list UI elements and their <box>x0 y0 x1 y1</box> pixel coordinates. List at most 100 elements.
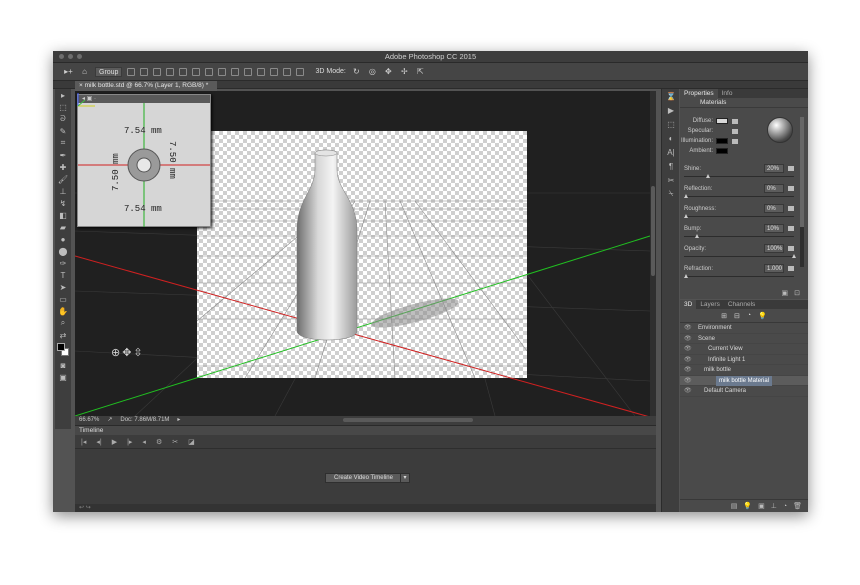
layer-row-environment[interactable]: 👁 Environment <box>680 323 808 334</box>
slider-texture-icon[interactable] <box>788 226 794 231</box>
distribute-top-icon[interactable] <box>218 67 227 76</box>
distribute-bottom-icon[interactable] <box>244 67 253 76</box>
slider-value-input[interactable]: 10% <box>764 224 784 233</box>
slider-texture-icon[interactable] <box>788 246 794 251</box>
auto-select-icon[interactable]: ⌂ <box>79 67 90 76</box>
visibility-eye-icon[interactable]: 👁 <box>684 386 692 397</box>
slider-texture-icon[interactable] <box>788 266 794 271</box>
slider-track[interactable] <box>684 256 794 257</box>
align-top-icon[interactable] <box>140 67 149 76</box>
brush-presets-icon[interactable]: ⍀ <box>662 187 680 201</box>
zoom-tool-icon[interactable]: ⌕ <box>55 317 71 329</box>
shape-tool-icon[interactable]: ▭ <box>55 293 71 305</box>
play-icon[interactable]: ▶ <box>112 438 117 446</box>
blur-tool-icon[interactable]: ● <box>55 233 71 245</box>
layer-row-default-camera[interactable]: 👁 Default Camera <box>680 386 808 397</box>
slider-track[interactable] <box>684 216 794 217</box>
slider-track[interactable] <box>684 236 794 237</box>
tab-layers[interactable]: Layers <box>696 300 724 309</box>
3d-canvas[interactable]: ◂ ▣ · 7.54 mm 7.54 mm 7.50 mm 7.50 mm ⊕✥… <box>75 91 650 416</box>
layer-row-milk-bottle[interactable]: 👁 milk bottle <box>680 365 808 376</box>
close-window-button[interactable] <box>59 54 64 59</box>
align-hcenter-icon[interactable] <box>192 67 201 76</box>
trash-icon[interactable]: 🗑 <box>793 502 802 510</box>
specular-texture-icon[interactable] <box>732 129 738 134</box>
hand-tool-icon[interactable]: ✋ <box>55 305 71 317</box>
slider-value-input[interactable]: 0% <box>764 204 784 213</box>
canvas-horizontal-scrollbar[interactable] <box>343 418 473 422</box>
diffuse-swatch[interactable] <box>716 118 728 124</box>
color-swatches[interactable] <box>55 341 71 359</box>
layer-row-infinite-light[interactable]: 👁 Infinite Light 1 <box>680 355 808 366</box>
auto-select-dropdown[interactable]: Group <box>95 66 123 77</box>
visibility-eye-icon[interactable]: 👁 <box>684 355 692 366</box>
split-icon[interactable]: ✂ <box>172 438 178 446</box>
slider-track[interactable] <box>684 276 794 277</box>
illumination-texture-icon[interactable] <box>732 139 738 144</box>
slider-texture-icon[interactable] <box>788 166 794 171</box>
history-brush-tool-icon[interactable]: ↯ <box>55 197 71 209</box>
filter-meshes-icon[interactable]: ⊟ <box>734 312 740 320</box>
pen-tool-icon[interactable]: ✑ <box>55 257 71 269</box>
foreground-color[interactable] <box>57 343 65 351</box>
material-preview-sphere[interactable] <box>767 117 793 143</box>
slider-knob[interactable] <box>792 254 796 258</box>
slider-knob[interactable] <box>705 174 710 178</box>
slider-knob[interactable] <box>684 274 688 278</box>
ambient-swatch[interactable] <box>716 148 728 154</box>
slider-track[interactable] <box>684 196 794 197</box>
lasso-tool-icon[interactable]: ᘐ <box>55 113 71 125</box>
add-mesh-icon[interactable]: ▤ <box>731 502 738 510</box>
adjustments-panel-icon[interactable]: ◐ <box>662 131 680 145</box>
stamp-tool-icon[interactable]: ⊥ <box>55 185 71 197</box>
tab-properties[interactable]: Properties <box>680 89 718 98</box>
quick-mask-icon[interactable]: ◙ <box>55 359 71 371</box>
slider-texture-icon[interactable] <box>788 186 794 191</box>
visibility-eye-icon[interactable]: 👁 <box>684 376 692 387</box>
scale-3d-icon[interactable]: ⇱ <box>415 67 426 76</box>
filter-scene-icon[interactable]: ⊞ <box>721 312 727 320</box>
align-left-icon[interactable] <box>179 67 188 76</box>
screen-mode-icon[interactable]: ▣ <box>55 371 71 383</box>
slider-knob[interactable] <box>684 214 688 218</box>
transition-icon[interactable]: ◪ <box>188 438 195 446</box>
visibility-eye-icon[interactable]: 👁 <box>684 334 692 345</box>
crop-tool-icon[interactable]: ⌗ <box>55 137 71 149</box>
transform-controls-checkbox[interactable] <box>127 67 136 76</box>
history-panel-icon[interactable]: ⌛ <box>662 89 680 103</box>
visibility-eye-icon[interactable]: 👁 <box>684 323 692 334</box>
roll-3d-icon[interactable]: ◎ <box>367 67 378 76</box>
audio-icon[interactable]: ◂ <box>142 438 146 446</box>
3d-axis-widget[interactable]: ⊕✥⇳ <box>111 346 145 359</box>
zoom-level[interactable]: 66.67% <box>79 416 99 425</box>
path-select-tool-icon[interactable]: ➤ <box>55 281 71 293</box>
slide-3d-icon[interactable]: ✢ <box>399 67 410 76</box>
eyedropper-tool-icon[interactable]: ✒ <box>55 149 71 161</box>
actions-panel-icon[interactable]: ▶ <box>662 103 680 117</box>
brush-tool-icon[interactable]: 🖌 <box>55 173 71 185</box>
illumination-swatch[interactable] <box>716 138 728 144</box>
slider-track[interactable] <box>684 176 794 177</box>
3d-panel-icon[interactable]: ⬚ <box>662 117 680 131</box>
tab-3d[interactable]: 3D <box>680 300 697 309</box>
settings-icon[interactable]: ⚙ <box>156 438 162 446</box>
layer-row-milk-bottle-material[interactable]: 👁 milk bottle Material <box>680 375 808 387</box>
material-render-icon[interactable]: ▣ <box>782 289 789 297</box>
zoom-window-button[interactable] <box>77 54 82 59</box>
share-icon[interactable]: ↗ <box>107 416 112 425</box>
slider-knob[interactable] <box>694 234 699 238</box>
eraser-tool-icon[interactable]: ◧ <box>55 209 71 221</box>
layer-row-current-view[interactable]: 👁 Current View <box>680 344 808 355</box>
timeline-type-dropdown[interactable]: ▾ <box>400 473 410 483</box>
tab-info[interactable]: Info <box>718 89 737 98</box>
delete-material-icon[interactable]: ⊡ <box>794 289 800 297</box>
move-tool-preset-icon[interactable]: ▸+ <box>63 67 74 76</box>
align-bottom-icon[interactable] <box>166 67 175 76</box>
align-right-icon[interactable] <box>205 67 214 76</box>
slider-texture-icon[interactable] <box>788 206 794 211</box>
canvas-vertical-scrollbar[interactable] <box>650 91 656 416</box>
filter-lights-icon[interactable]: 💡 <box>758 312 767 320</box>
ground-icon[interactable]: ⊥ <box>771 502 777 510</box>
move-tool-icon[interactable]: ▸ <box>55 89 71 101</box>
align-vcenter-icon[interactable] <box>153 67 162 76</box>
